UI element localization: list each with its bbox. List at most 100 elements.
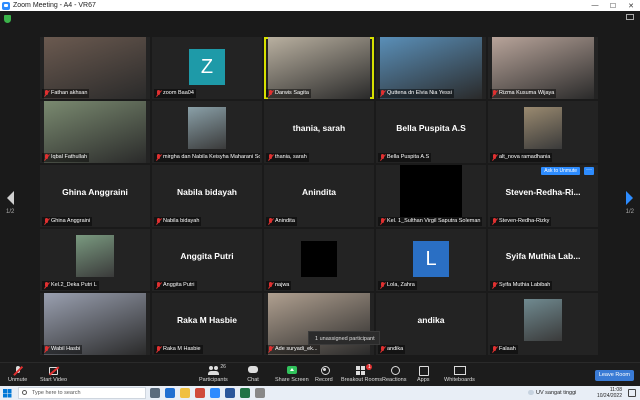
chat-label: Chat <box>247 377 259 383</box>
next-page-arrow-icon[interactable] <box>623 191 633 205</box>
participant-display-name: Bella Puspita A.S <box>396 123 466 133</box>
participant-tile[interactable]: L Lola, Zahra <box>376 229 486 291</box>
participant-name-text: Raka M Hasbie <box>163 346 201 352</box>
participant-video-black <box>400 165 462 217</box>
chat-icon <box>247 366 259 375</box>
participant-name-text: Ade suryadi_ek... <box>275 346 318 352</box>
participant-name-label: alt_nova ramadhania <box>490 153 553 162</box>
microphone-muted-icon <box>268 346 273 353</box>
participants-button[interactable]: 26 Participants <box>199 364 228 383</box>
participant-name-text: Nabila bidayah <box>163 218 200 224</box>
participant-tile[interactable]: Quttena dn Elvia Nia Yessi <box>376 37 486 99</box>
apps-button[interactable]: Apps <box>417 366 430 383</box>
microphone-muted-icon <box>156 346 161 353</box>
participant-tile[interactable]: Rizma Kusuma Wijaya <box>488 37 598 99</box>
participant-tile[interactable]: Bella Puspita A.S Bella Puspita A.S <box>376 101 486 163</box>
whiteboards-button[interactable]: Whiteboards <box>444 366 475 383</box>
edge-browser-icon[interactable] <box>165 388 175 398</box>
participant-tile[interactable]: Raka M Hasbie Raka M Hasbie <box>152 293 262 355</box>
chrome-browser-icon[interactable] <box>195 388 205 398</box>
participant-name-text: Lola, Zahra <box>387 282 415 288</box>
minimize-button[interactable]: — <box>586 2 604 9</box>
unassigned-participant-tooltip: 1 unassigned participant <box>308 331 380 345</box>
chat-button[interactable]: Chat <box>247 366 259 383</box>
weather-widget[interactable]: UV sangat tinggi <box>528 390 576 396</box>
start-video-button[interactable]: Start Video <box>40 366 67 383</box>
participant-name-text: mirgha dan Nabila Keisyha Maharani Soes.… <box>163 154 260 160</box>
zoom-taskbar-icon[interactable] <box>210 388 220 398</box>
word-icon[interactable] <box>225 388 235 398</box>
reactions-button[interactable]: Reactions <box>382 366 406 383</box>
start-video-label: Start Video <box>40 377 68 383</box>
participant-profile-picture <box>524 299 562 341</box>
file-explorer-icon[interactable] <box>180 388 190 398</box>
participant-tile[interactable]: Zzoom Baa04 <box>152 37 262 99</box>
participant-tile[interactable]: Kel.2_Deka Putri L <box>40 229 150 291</box>
taskbar-search-box[interactable]: Type here to search <box>18 387 146 399</box>
leave-room-button[interactable]: Leave Room <box>594 370 634 381</box>
participant-name-label: thania, sarah <box>266 153 309 162</box>
unmute-button[interactable]: Unmute <box>8 366 27 383</box>
more-options-button[interactable]: ··· <box>584 167 594 175</box>
share-screen-label: Share Screen <box>275 377 309 383</box>
participant-name-label: Anindita <box>266 217 297 226</box>
page-indicator-right: 1/2 <box>625 209 634 215</box>
security-shield-icon[interactable] <box>4 15 11 23</box>
participant-name-text: Ghina Anggraini <box>51 218 91 224</box>
participants-label: Participants <box>199 377 228 383</box>
microphone-muted-icon <box>492 154 497 161</box>
reactions-icon <box>388 366 401 375</box>
maximize-button[interactable]: ☐ <box>604 2 622 10</box>
store-icon[interactable] <box>255 388 265 398</box>
participant-name-text: Kel. 1_Sulthan Virgil Saputra Soleman <box>387 218 481 224</box>
participant-tile[interactable]: mirgha dan Nabila Keisyha Maharani Soes.… <box>152 101 262 163</box>
notification-center-icon[interactable] <box>628 389 636 397</box>
participant-tile[interactable]: Syifa Muthia Lab... Syifa Muthia Labibah <box>488 229 598 291</box>
participant-tile[interactable]: Kel. 1_Sulthan Virgil Saputra Soleman <box>376 165 486 227</box>
participant-avatar: Z <box>189 49 225 85</box>
microphone-muted-icon <box>492 218 497 225</box>
participant-tile[interactable]: andika andika <box>376 293 486 355</box>
reactions-label: Reactions <box>382 377 407 383</box>
share-screen-button[interactable]: Share Screen <box>275 366 309 383</box>
whiteboards-label: Whiteboards <box>444 377 475 383</box>
record-label: Record <box>315 377 333 383</box>
meeting-toolbar: Unmute Start Video 26 Participants Chat … <box>0 362 640 386</box>
breakout-rooms-badge: 1 <box>366 364 373 370</box>
participant-tile[interactable]: Anggita Putri Anggita Putri <box>152 229 262 291</box>
participant-tile[interactable]: Anindita Anindita <box>264 165 374 227</box>
participant-name-text: andika <box>387 346 404 352</box>
participant-name-label: Falaah <box>490 345 518 354</box>
participant-profile-picture <box>76 235 114 277</box>
previous-page-arrow-icon[interactable] <box>7 191 17 205</box>
participant-name-label: Nabila bidayah <box>154 217 202 226</box>
participant-name-text: alt_nova ramadhania <box>499 154 551 160</box>
ask-to-unmute-button[interactable]: Ask to Unmute <box>541 167 580 175</box>
participant-tile[interactable]: thania, sarah thania, sarah <box>264 101 374 163</box>
participant-tile[interactable]: Wabil Hasbi <box>40 293 150 355</box>
participant-tile[interactable]: najwa <box>264 229 374 291</box>
pinned-apps <box>150 388 265 398</box>
participant-tile[interactable]: Nabila bidayah Nabila bidayah <box>152 165 262 227</box>
microphone-muted-icon <box>380 346 385 353</box>
participant-tile[interactable]: Ghina Anggraini Ghina Anggraini <box>40 165 150 227</box>
system-clock[interactable]: 11:08 10/24/2022 <box>597 387 622 399</box>
excel-icon[interactable] <box>240 388 250 398</box>
microphone-muted-icon <box>268 90 273 97</box>
microphone-muted-icon <box>380 90 385 97</box>
participant-tile[interactable]: Steven-Redha-Ri... Ask to Unmute ··· Steven… <box>488 165 598 227</box>
breakout-rooms-button[interactable]: 1 Breakout Rooms <box>341 364 382 383</box>
participant-name-text: Wabil Hasbi <box>51 346 81 352</box>
participant-tile[interactable]: Iqbal Fathullah <box>40 101 150 163</box>
microphone-muted-icon <box>268 282 273 289</box>
task-view-icon[interactable] <box>150 388 160 398</box>
close-button[interactable]: ✕ <box>622 2 640 10</box>
record-button[interactable]: Record <box>315 366 333 383</box>
participant-tile[interactable]: Falaah <box>488 293 598 355</box>
microphone-muted-icon <box>156 218 161 225</box>
windows-start-icon[interactable] <box>3 389 11 397</box>
participant-tile[interactable]: Fathan akhsan <box>40 37 150 99</box>
gallery-view-icon[interactable] <box>626 14 634 20</box>
participant-tile[interactable]: Darwis Sagita <box>264 37 374 99</box>
participant-tile[interactable]: alt_nova ramadhania <box>488 101 598 163</box>
